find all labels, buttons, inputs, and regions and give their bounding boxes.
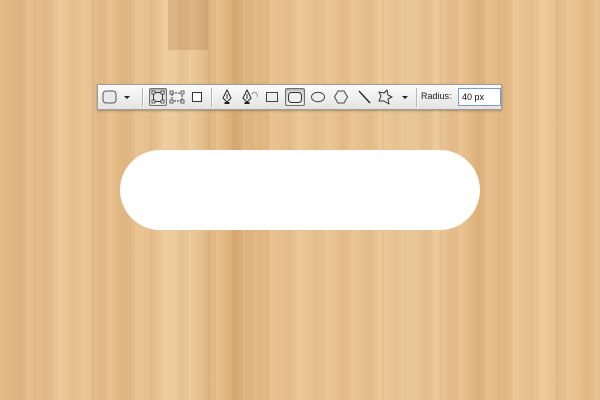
shape-layers-icon (151, 90, 165, 104)
rounded-rectangle-shape (120, 150, 480, 230)
ellipse-tool[interactable] (309, 88, 327, 106)
separator (416, 88, 417, 107)
polygon-tool[interactable] (332, 88, 350, 106)
rounded-rectangle-icon (288, 91, 302, 103)
fill-pixels-mode[interactable] (188, 88, 206, 106)
separator (211, 88, 212, 107)
paths-icon (169, 90, 185, 104)
pen-icon (222, 89, 232, 104)
ellipse-icon (311, 91, 325, 103)
radius-input[interactable] (458, 88, 501, 106)
shape-options-bar: Radius: (97, 84, 502, 110)
chevron-down-icon (124, 96, 130, 99)
rounded-rectangle-tool[interactable] (285, 88, 305, 106)
freeform-pen-icon (242, 89, 258, 104)
custom-shape-icon (378, 89, 408, 105)
wood-plank (0, 0, 58, 400)
rectangle-tool[interactable] (263, 88, 281, 106)
shape-layers-mode[interactable] (149, 88, 167, 106)
chevron-down-icon (402, 96, 408, 99)
rounded-rect-preset-icon (102, 90, 130, 104)
fill-pixels-icon (192, 92, 202, 102)
rectangle-icon (266, 92, 278, 102)
polygon-icon (333, 90, 349, 104)
paths-mode[interactable] (168, 88, 186, 106)
custom-shape-tool[interactable] (376, 88, 412, 106)
separator (142, 88, 143, 107)
freeform-pen-tool[interactable] (241, 88, 259, 106)
line-icon (358, 90, 371, 104)
tool-preset-picker[interactable] (101, 88, 131, 106)
pen-tool[interactable] (218, 88, 236, 106)
wood-knot (168, 0, 208, 50)
line-tool[interactable] (355, 88, 373, 106)
radius-label: Radius: (421, 91, 452, 101)
